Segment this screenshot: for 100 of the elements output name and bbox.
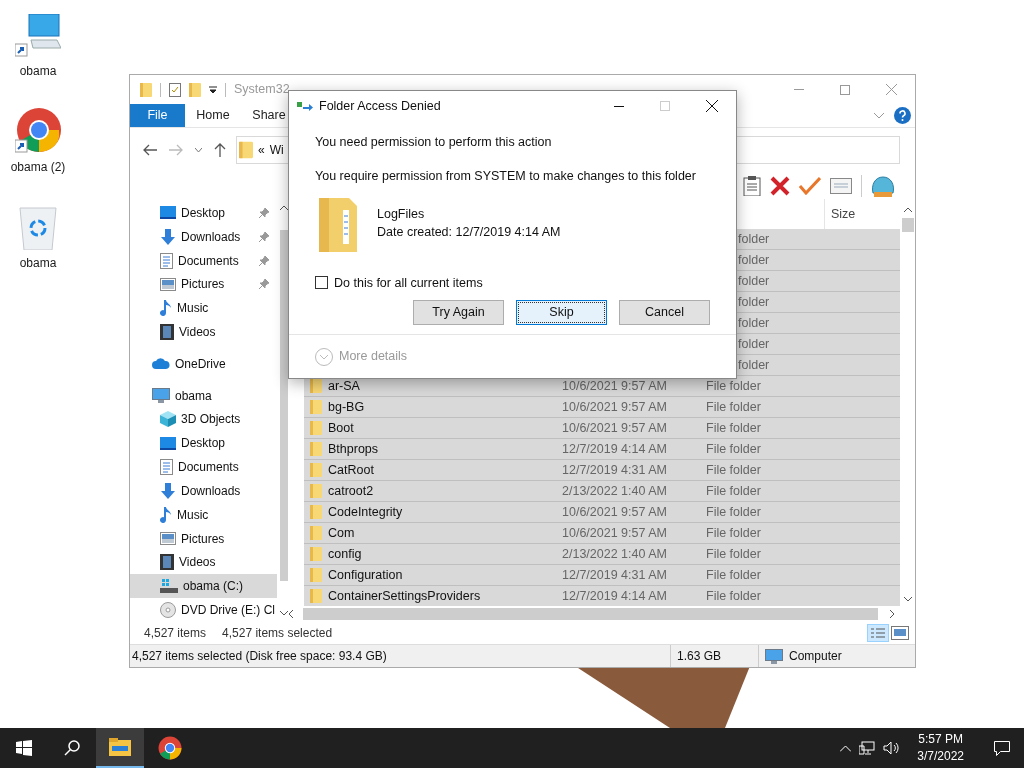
file-row[interactable]: Boot 10/6/2021 9:57 AM File folder: [304, 418, 900, 439]
file-name: catroot2: [327, 482, 375, 500]
nav-item[interactable]: 3D Objects: [130, 407, 277, 432]
nav-item[interactable]: Desktop: [130, 431, 277, 456]
file-row[interactable]: bg-BG 10/6/2021 9:57 AM File folder: [304, 397, 900, 418]
nav-item[interactable]: obama: [130, 383, 277, 408]
breadcrumb-path[interactable]: Wi: [269, 141, 284, 159]
chevron-down-icon[interactable]: [874, 112, 884, 119]
file-type: File folder: [706, 566, 761, 584]
help-icon[interactable]: [894, 107, 911, 124]
clipboard-icon[interactable]: [743, 175, 761, 196]
search-icon[interactable]: [64, 740, 80, 756]
file-name: Configuration: [327, 566, 404, 584]
folder-icon: [310, 400, 322, 414]
properties-icon[interactable]: [169, 82, 181, 97]
file-row[interactable]: ContainerSettingsProviders 12/7/2019 4:14 AM File folder: [304, 586, 900, 606]
file-name: Boot: [327, 419, 355, 437]
thumbnail-view-icon[interactable]: [891, 626, 909, 640]
clock[interactable]: 5:57 PM 3/7/2022: [909, 731, 972, 765]
dialog-detail: You require permission from SYSTEM to make changes to this folder: [315, 167, 697, 185]
ribbon-tab[interactable]: Home: [185, 104, 241, 127]
nav-item[interactable]: Videos: [130, 550, 277, 575]
dialog-button[interactable]: Try Again: [413, 300, 504, 326]
checkbox-label[interactable]: Do this for all current items: [334, 273, 483, 293]
file-type: File folder: [706, 377, 761, 395]
nav-item[interactable]: OneDrive: [130, 351, 277, 376]
file-type: File folder: [706, 524, 761, 542]
nav-item[interactable]: Downloads: [130, 224, 277, 249]
item-count: 4,527 items: [144, 625, 207, 642]
shell-icon[interactable]: [871, 174, 895, 197]
dialog-button[interactable]: Cancel: [619, 300, 710, 326]
scroll-down-icon[interactable]: [903, 597, 912, 602]
card-icon[interactable]: [830, 177, 852, 194]
file-row[interactable]: Bthprops 12/7/2019 4:14 AM File folder: [304, 439, 900, 460]
folder-icon: [109, 738, 131, 756]
chevron-up-icon[interactable]: [840, 744, 852, 752]
speaker-icon[interactable]: [883, 741, 902, 755]
network-icon[interactable]: [859, 741, 876, 755]
monitor-icon: [160, 436, 176, 450]
breadcrumb-overflow[interactable]: «: [258, 141, 265, 159]
file-row[interactable]: catroot2 2/13/2022 1:40 AM File folder: [304, 481, 900, 502]
file-row[interactable]: config 2/13/2022 1:40 AM File folder: [304, 544, 900, 565]
file-type: File folder: [706, 545, 761, 563]
file-row[interactable]: Com 10/6/2021 9:57 AM File folder: [304, 523, 900, 544]
taskbar-app-button[interactable]: [96, 728, 144, 768]
file-name: CodeIntegrity: [327, 503, 404, 521]
folder-icon: [310, 421, 322, 435]
nav-item[interactable]: Downloads: [130, 479, 277, 503]
scroll-right-icon[interactable]: [890, 610, 895, 618]
file-name: Com: [327, 524, 356, 542]
file-row[interactable]: CatRoot 12/7/2019 4:31 AM File folder: [304, 460, 900, 481]
scroll-thumb[interactable]: [901, 218, 914, 232]
nav-item[interactable]: Pictures: [130, 272, 277, 297]
up-arrow-icon[interactable]: [214, 143, 226, 157]
status-location: Computer: [789, 648, 842, 665]
back-arrow-icon[interactable]: [143, 144, 157, 156]
file-row[interactable]: CodeIntegrity 10/6/2021 9:57 AM File folder: [304, 502, 900, 523]
file-type: folder: [738, 335, 770, 353]
status-selection: 4,527 items selected (Disk free space: 93.4 GB): [131, 648, 388, 665]
chrome-icon: [158, 736, 182, 760]
checkbox[interactable]: [315, 276, 328, 290]
chrome-shortcut-icon: [15, 108, 61, 154]
down-arrow-icon: [160, 228, 176, 245]
file-date: 12/7/2019 4:14 AM: [562, 440, 668, 458]
nav-item[interactable]: obama (C:): [130, 574, 277, 599]
nav-item[interactable]: Music: [130, 502, 277, 527]
nav-item[interactable]: DVD Drive (E:) Cl: [130, 598, 277, 622]
dialog-button[interactable]: Skip: [516, 300, 607, 326]
file-row[interactable]: Configuration 12/7/2019 4:31 AM File folder: [304, 565, 900, 586]
file-type: folder: [738, 314, 770, 332]
nav-item[interactable]: Documents: [130, 455, 277, 479]
windows-start-icon[interactable]: [16, 740, 32, 756]
close-icon[interactable]: [706, 100, 718, 112]
disc-icon: [160, 602, 176, 619]
notification-icon[interactable]: [994, 740, 1010, 756]
delete-x-icon[interactable]: [770, 175, 790, 196]
file-name: ar-SA: [327, 377, 361, 395]
nav-item[interactable]: Music: [130, 296, 277, 321]
file-date: 12/7/2019 4:31 AM: [562, 566, 668, 584]
computer-icon: [152, 388, 170, 404]
nav-item[interactable]: Pictures: [130, 526, 277, 551]
nav-item[interactable]: Videos: [130, 320, 277, 344]
nav-item[interactable]: Desktop: [130, 201, 277, 225]
status-size: 1.63 GB: [670, 645, 758, 667]
desktop-icon-label[interactable]: obama: [19, 62, 57, 80]
folder-icon: [310, 589, 322, 603]
scroll-up-icon[interactable]: [903, 207, 912, 212]
dropdown-icon[interactable]: [209, 85, 217, 94]
scroll-thumb[interactable]: [280, 230, 288, 581]
desktop-icon-label[interactable]: obama (2): [10, 158, 66, 176]
nav-item[interactable]: Documents: [130, 248, 277, 273]
desktop-icon-label[interactable]: obama: [19, 254, 57, 272]
scroll-thumb[interactable]: [303, 608, 878, 620]
scroll-down-icon[interactable]: [280, 611, 288, 616]
scroll-left-icon[interactable]: [288, 610, 293, 618]
recent-dropdown-icon[interactable]: [195, 147, 202, 153]
file-name: CatRoot: [327, 461, 375, 479]
check-mark-icon[interactable]: [799, 176, 821, 195]
ribbon-tab[interactable]: File: [130, 104, 185, 127]
file-date: 10/6/2021 9:57 AM: [562, 398, 668, 416]
